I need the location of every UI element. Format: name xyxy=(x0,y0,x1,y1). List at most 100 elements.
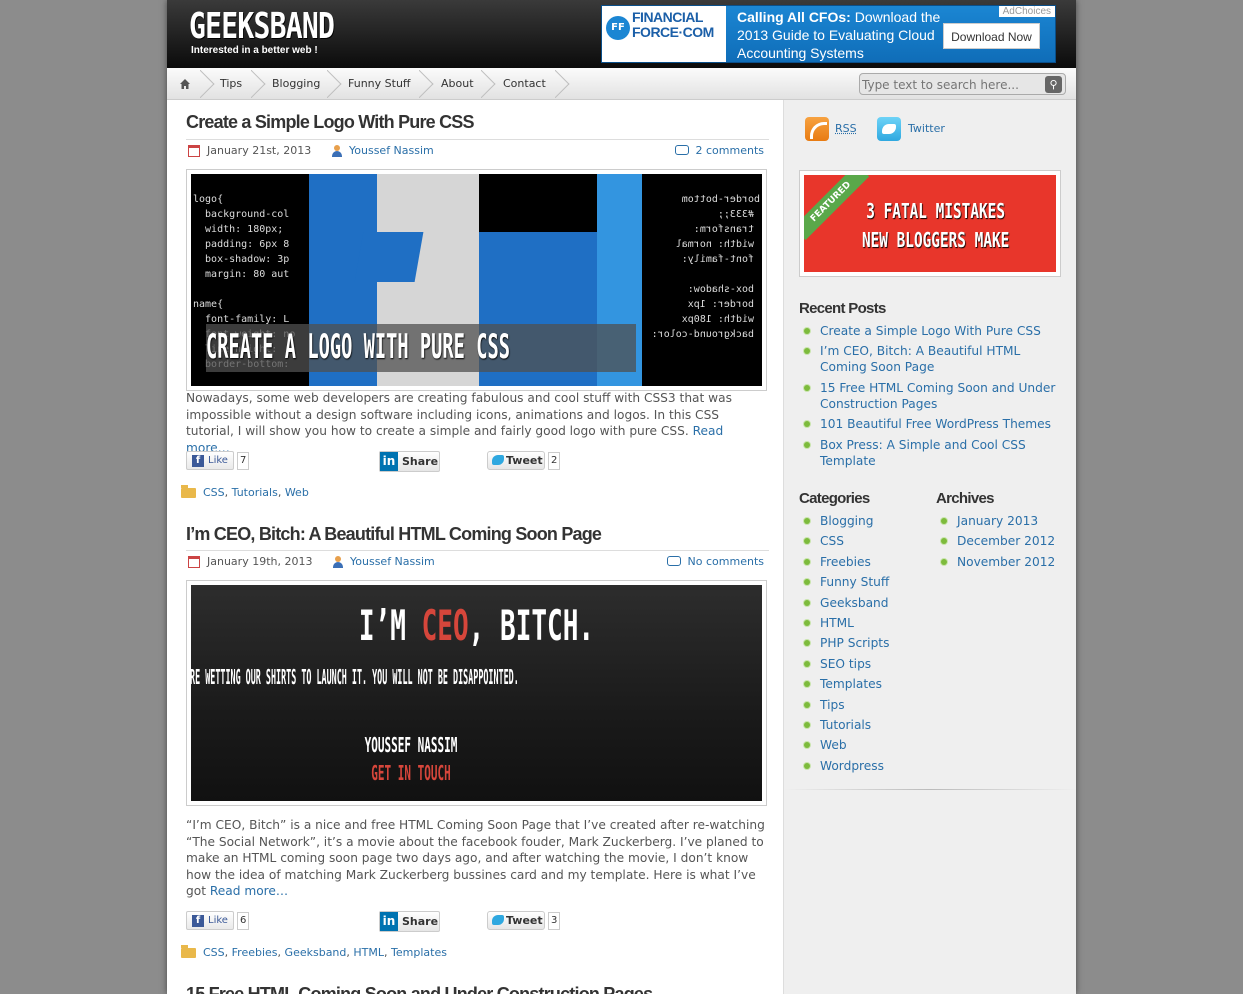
author-icon xyxy=(332,145,342,157)
category-link[interactable]: HTML xyxy=(353,946,384,959)
nav-divider xyxy=(327,70,345,98)
search-input[interactable] xyxy=(862,76,1037,93)
twitter-bird-icon xyxy=(492,455,504,465)
category-link[interactable]: Tutorials xyxy=(232,486,278,499)
ad-brand-logo: FF FINANCIAL FORCE·COM xyxy=(602,6,726,62)
post-title[interactable]: I’m CEO, Bitch: A Beautiful HTML Coming … xyxy=(186,524,602,545)
main-content: Create a Simple Logo With Pure CSS Janua… xyxy=(181,100,769,994)
linkedin-share-button[interactable]: in Share xyxy=(379,911,440,932)
nav-divider xyxy=(555,70,573,98)
category-link[interactable]: Freebies xyxy=(232,946,278,959)
category-link[interactable]: CSS xyxy=(203,946,225,959)
category-link[interactable]: CSS xyxy=(820,534,844,548)
category-link[interactable]: Templates xyxy=(391,946,447,959)
category-link[interactable]: PHP Scripts xyxy=(820,636,889,650)
post-thumbnail[interactable]: logo{ background-col width: 180px; paddi… xyxy=(186,169,767,391)
category-link[interactable]: Funny Stuff xyxy=(820,575,889,589)
recent-post-link[interactable]: I’m CEO, Bitch: A Beautiful HTML Coming … xyxy=(820,344,1020,374)
site-header: GEEKSBAND Interested in a better web ! F… xyxy=(167,0,1076,68)
category-link[interactable]: Geeksband xyxy=(820,596,889,610)
facebook-like-button[interactable]: f Like xyxy=(186,451,234,470)
category-link[interactable]: Wordpress xyxy=(820,759,884,773)
ad-choices-link[interactable]: AdChoices xyxy=(998,6,1055,17)
recent-posts-title: Recent Posts xyxy=(799,300,886,317)
nav-item-blogging[interactable]: Blogging xyxy=(272,68,320,99)
twitter-link[interactable]: Twitter xyxy=(908,122,945,135)
post-title[interactable]: Create a Simple Logo With Pure CSS xyxy=(186,112,475,133)
category-link[interactable]: Web xyxy=(820,738,847,752)
list-item: Tips xyxy=(799,697,929,713)
post-comments-link[interactable]: No comments xyxy=(688,551,764,573)
tweet-button[interactable]: Tweet xyxy=(487,911,545,930)
list-item: Blogging xyxy=(799,513,929,529)
rss-icon[interactable] xyxy=(805,117,829,141)
sidebar-divider xyxy=(784,789,1077,790)
read-more-link[interactable]: Read more… xyxy=(210,884,288,898)
recent-post-link[interactable]: Box Press: A Simple and Cool CSS Templat… xyxy=(820,438,1026,468)
recent-posts-list: Create a Simple Logo With Pure CSS I’m C… xyxy=(799,323,1069,473)
list-item: Funny Stuff xyxy=(799,574,929,590)
post-date: January 19th, 2013 xyxy=(207,555,313,568)
post-author[interactable]: Youssef Nassim xyxy=(350,551,435,573)
archives-list: January 2013 December 2012 November 2012 xyxy=(936,513,1071,574)
recent-post-link[interactable]: Create a Simple Logo With Pure CSS xyxy=(820,324,1041,338)
category-link[interactable]: Web xyxy=(285,486,309,499)
category-link[interactable]: Tutorials xyxy=(820,718,871,732)
featured-headline: 3 FATAL MISTAKES NEW BLOGGERS MAKE xyxy=(861,199,1010,252)
nav-item-contact[interactable]: Contact xyxy=(503,68,546,99)
post-author[interactable]: Youssef Nassim xyxy=(349,140,434,162)
categories-list: Blogging CSS Freebies Funny Stuff Geeksb… xyxy=(799,513,929,778)
category-link[interactable]: Templates xyxy=(820,677,882,691)
linkedin-share-button[interactable]: in Share xyxy=(379,451,440,472)
category-link[interactable]: Blogging xyxy=(820,514,874,528)
featured-banner[interactable]: FEATURED 3 FATAL MISTAKES NEW BLOGGERS M… xyxy=(799,170,1061,277)
calendar-icon xyxy=(188,556,200,568)
social-buttons: f Like 7 in Share Tweet 2 xyxy=(186,451,769,472)
list-item: CSS xyxy=(799,533,929,549)
list-item: Templates xyxy=(799,676,929,692)
tweet-count: 3 xyxy=(548,912,561,930)
page-wrapper: GEEKSBAND Interested in a better web ! F… xyxy=(167,0,1077,994)
category-link[interactable]: SEO tips xyxy=(820,657,871,671)
facebook-like-button[interactable]: f Like xyxy=(186,911,234,930)
ad-message: Calling All CFOs: Download the 2013 Guid… xyxy=(737,8,947,62)
list-item: November 2012 xyxy=(936,554,1071,570)
category-link[interactable]: Geeksband xyxy=(285,946,347,959)
nav-divider xyxy=(419,70,437,98)
search-icon[interactable]: ⚲ xyxy=(1045,76,1062,93)
ad-download-button[interactable]: Download Now xyxy=(943,23,1040,49)
ad-brand-line2: FORCE·COM xyxy=(632,24,714,40)
post-excerpt: Nowadays, some web developers are creati… xyxy=(186,391,732,455)
post-comments-link[interactable]: 2 comments xyxy=(696,140,765,162)
category-link[interactable]: CSS xyxy=(203,486,225,499)
recent-post-link[interactable]: 101 Beautiful Free WordPress Themes xyxy=(820,417,1051,431)
folder-icon xyxy=(181,945,196,958)
nav-item-tips[interactable]: Tips xyxy=(220,68,242,99)
list-item: Box Press: A Simple and Cool CSS Templat… xyxy=(799,437,1069,469)
banner-ad[interactable]: FF FINANCIAL FORCE·COM Calling All CFOs:… xyxy=(601,5,1056,63)
recent-post-link[interactable]: 15 Free HTML Coming Soon and Under Const… xyxy=(820,381,1055,411)
archive-link[interactable]: November 2012 xyxy=(957,555,1055,569)
rss-link[interactable]: RSS xyxy=(835,122,857,135)
folder-icon xyxy=(181,485,196,498)
tweet-button[interactable]: Tweet xyxy=(487,451,545,470)
archive-link[interactable]: January 2013 xyxy=(957,514,1038,528)
archive-link[interactable]: December 2012 xyxy=(957,534,1055,548)
site-logo[interactable]: GEEKSBAND Interested in a better web ! xyxy=(189,6,375,56)
category-link[interactable]: Freebies xyxy=(820,555,871,569)
category-link[interactable]: Tips xyxy=(820,698,845,712)
list-item: Geeksband xyxy=(799,595,929,611)
category-link[interactable]: HTML xyxy=(820,616,854,630)
twitter-icon[interactable] xyxy=(877,117,901,141)
post-title[interactable]: 15 Free HTML Coming Soon and Under Const… xyxy=(186,984,653,994)
like-count: 6 xyxy=(237,912,250,930)
list-item: 15 Free HTML Coming Soon and Under Const… xyxy=(799,380,1069,412)
linkedin-icon: in xyxy=(380,452,398,471)
list-item: Wordpress xyxy=(799,758,929,774)
post-meta: January 21st, 2013 Youssef Nassim 2 comm… xyxy=(186,139,769,161)
nav-item-funny-stuff[interactable]: Funny Stuff xyxy=(348,68,411,99)
post-thumbnail[interactable]: I’M CEO, BITCH. ARE WETTING OUR SHIRTS T… xyxy=(186,580,767,806)
nav-item-about[interactable]: About xyxy=(441,68,474,99)
categories-title: Categories xyxy=(799,490,870,507)
list-item: Tutorials xyxy=(799,717,929,733)
